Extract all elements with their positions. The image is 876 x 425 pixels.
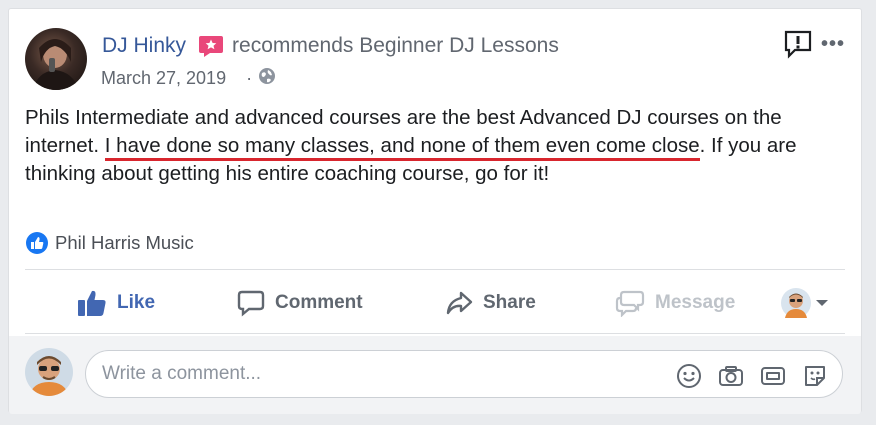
recommend-icon xyxy=(198,34,224,58)
post-text-highlight: I have done so many classes, and none of… xyxy=(104,134,700,161)
comment-icon xyxy=(237,290,265,317)
post-card: DJ Hinky recommends Beginner DJ Lessons … xyxy=(8,8,862,414)
like-label: Like xyxy=(117,292,156,313)
comment-label: Comment xyxy=(275,292,363,313)
share-icon xyxy=(446,291,473,315)
like-reaction-icon xyxy=(25,231,49,255)
recommendation-text[interactable]: recommends Beginner DJ Lessons xyxy=(232,34,559,58)
divider xyxy=(25,269,845,270)
like-thumb-icon xyxy=(78,290,106,316)
post-body: Phils Intermediate and advanced courses … xyxy=(25,104,855,188)
post-date[interactable]: March 27, 2019 xyxy=(101,68,226,89)
emoji-icon[interactable] xyxy=(676,363,702,389)
viewer-avatar xyxy=(781,288,811,318)
reaction-liker-name[interactable]: Phil Harris Music xyxy=(55,232,194,254)
comment-input[interactable] xyxy=(102,359,662,389)
comment-tools xyxy=(676,363,828,389)
share-button[interactable]: Share xyxy=(445,289,536,317)
post-as-selector[interactable] xyxy=(781,288,839,318)
chevron-down-icon xyxy=(816,300,828,306)
gif-icon[interactable] xyxy=(760,363,786,389)
sticker-icon[interactable] xyxy=(802,363,828,389)
like-button[interactable]: Like xyxy=(77,289,155,317)
camera-icon[interactable] xyxy=(718,363,744,389)
post-header: DJ Hinky recommends Beginner DJ Lessons xyxy=(102,34,559,58)
comment-composer xyxy=(9,336,861,414)
commenter-avatar[interactable] xyxy=(25,348,73,396)
author-avatar[interactable] xyxy=(25,28,87,90)
message-icon xyxy=(615,290,645,317)
share-label: Share xyxy=(483,292,536,313)
more-icon[interactable]: ••• xyxy=(821,33,845,56)
reactions-summary[interactable]: Phil Harris Music xyxy=(25,231,194,255)
comment-box xyxy=(85,350,843,398)
author-name[interactable]: DJ Hinky xyxy=(102,34,186,58)
post-meta: March 27, 2019 · xyxy=(101,67,276,90)
divider xyxy=(25,333,845,334)
message-label: Message xyxy=(655,292,736,313)
message-button[interactable]: Message xyxy=(615,289,735,317)
meta-separator: · xyxy=(246,68,253,88)
globe-icon[interactable] xyxy=(258,67,276,90)
report-icon[interactable] xyxy=(783,29,813,64)
action-bar: Like Comment Share Message xyxy=(25,279,845,327)
comment-button[interactable]: Comment xyxy=(237,289,363,317)
